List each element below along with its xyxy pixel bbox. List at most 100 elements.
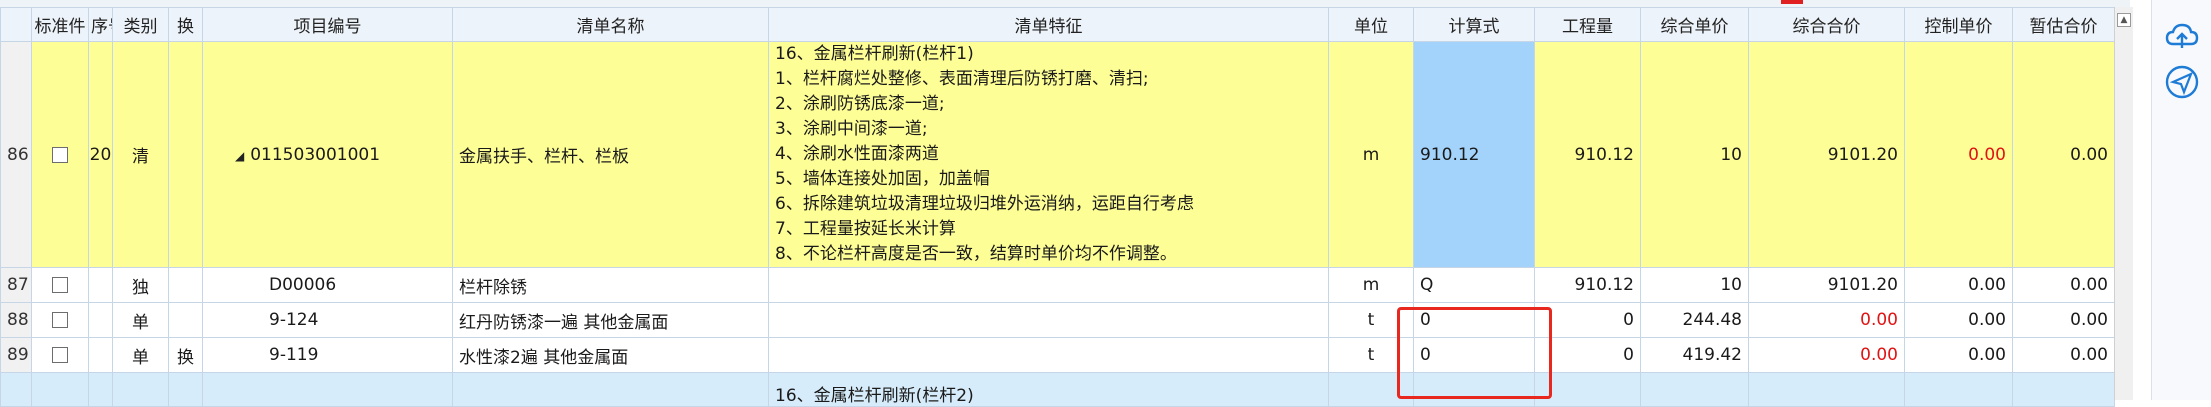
category-cell[interactable]: 独 [112,267,169,303]
col-header-name[interactable]: 清单名称 [452,7,769,42]
unit-cell[interactable]: t [1328,302,1414,338]
unit-cell[interactable]: m [1328,41,1414,268]
table-row[interactable]: 87 独 D00006 栏杆除锈 m Q 910.12 10 9101.20 0… [0,267,2115,303]
collapse-triangle-icon[interactable]: ◢ [235,149,244,163]
estimate-total-cell[interactable]: 0.00 [2012,267,2115,303]
name-cell[interactable]: 水性漆2遍 其他金属面 [452,337,769,373]
code-cell[interactable] [202,372,453,407]
swap-cell[interactable]: 换 [168,337,203,373]
category-cell[interactable]: 单 [112,337,169,373]
unit-price-cell[interactable]: 419.42 [1640,337,1749,373]
table-row-partial[interactable]: 16、金属栏杆刷新(栏杆2) [0,372,2115,407]
name-cell[interactable]: 红丹防锈漆一遍 其他金属面 [452,302,769,338]
swap-cell[interactable] [168,372,203,407]
col-header-seq[interactable]: 序号 [88,7,113,42]
col-header-features[interactable]: 清单特征 [768,7,1329,42]
col-header-control-price[interactable]: 控制单价 [1904,7,2013,42]
code-cell[interactable]: 9-119 [202,337,453,373]
total-cell[interactable]: 9101.20 [1748,41,1905,268]
table-row[interactable]: 89 单 换 9-119 水性漆2遍 其他金属面 t 0 0 419.42 0.… [0,337,2115,373]
category-cell[interactable]: 清 [112,41,169,268]
code-cell[interactable]: 9-124 [202,302,453,338]
unit-cell[interactable]: t [1328,337,1414,373]
standard-cell[interactable] [31,267,89,303]
table-row[interactable]: 86 20 清 ◢ 011503001001 金属扶手、栏杆、栏板 16、金属栏杆… [0,41,2115,268]
total-cell[interactable]: 0.00 [1748,337,1905,373]
standard-cell[interactable] [31,302,89,338]
total-cell[interactable] [1748,372,1905,407]
col-header-total[interactable]: 综合合价 [1748,7,1905,42]
standard-cell[interactable] [31,372,89,407]
feature-line: 6、拆除建筑垃圾清理垃圾归堆外运消纳，运距自行考虑 [775,194,1194,214]
name-cell[interactable]: 栏杆除锈 [452,267,769,303]
quantity-cell[interactable]: 0 [1534,302,1641,338]
col-header-standard[interactable]: 标准件 [31,7,89,42]
unit-cell[interactable]: m [1328,267,1414,303]
estimate-total-cell[interactable]: 0.00 [2012,41,2115,268]
features-cell[interactable]: 16、金属栏杆刷新(栏杆1) 1、栏杆腐烂处整修、表面清理后防锈打磨、清扫; 2… [768,41,1329,268]
unit-cell[interactable] [1328,372,1414,407]
category-cell[interactable]: 单 [112,302,169,338]
seq-cell[interactable] [88,372,113,407]
estimate-total-cell[interactable]: 0.00 [2012,302,2115,338]
cloud-icon[interactable] [2164,18,2200,54]
features-cell[interactable] [768,302,1329,338]
standard-checkbox[interactable] [52,347,68,363]
estimate-total-cell[interactable] [2012,372,2115,407]
control-price-cell[interactable]: 0.00 [1904,267,2013,303]
features-cell[interactable] [768,337,1329,373]
col-header-swap[interactable]: 换 [168,7,203,42]
features-cell[interactable]: 16、金属栏杆刷新(栏杆2) [768,372,1329,407]
features-cell[interactable] [768,267,1329,303]
quantity-cell[interactable]: 0 [1534,337,1641,373]
control-price-cell[interactable]: 0.00 [1904,337,2013,373]
category-cell[interactable] [112,372,169,407]
standard-cell[interactable] [31,337,89,373]
code-cell[interactable]: ◢ 011503001001 [202,41,453,268]
quantity-cell[interactable]: 910.12 [1534,41,1641,268]
formula-cell[interactable] [1413,372,1535,407]
formula-cell[interactable]: Q [1413,267,1535,303]
seq-cell[interactable] [88,337,113,373]
formula-cell[interactable]: 0 [1413,337,1535,373]
col-header-code[interactable]: 项目编号 [202,7,453,42]
control-price-cell[interactable] [1904,372,2013,407]
col-header-estimate-total[interactable]: 暂估合价 [2012,7,2115,42]
table-row[interactable]: 88 单 9-124 红丹防锈漆一遍 其他金属面 t 0 0 244.48 0.… [0,302,2115,338]
col-header-category[interactable]: 类别 [112,7,169,42]
standard-checkbox[interactable] [52,146,68,163]
formula-cell[interactable]: 0 [1413,302,1535,338]
scroll-up-arrow-icon[interactable]: ▲ [2117,13,2131,27]
standard-checkbox[interactable] [52,312,68,328]
seq-cell[interactable] [88,302,113,338]
name-cell[interactable]: 金属扶手、栏杆、栏板 [452,41,769,268]
unit-price-cell[interactable]: 10 [1640,41,1749,268]
seq-cell[interactable] [88,267,113,303]
total-cell[interactable]: 0.00 [1748,302,1905,338]
name-cell[interactable] [452,372,769,407]
quantity-cell[interactable]: 910.12 [1534,267,1641,303]
vertical-scrollbar[interactable]: ▲ [2114,7,2133,400]
control-price-cell[interactable]: 0.00 [1904,41,2013,268]
total-cell[interactable]: 9101.20 [1748,267,1905,303]
swap-cell[interactable] [168,41,203,268]
seq-cell[interactable]: 20 [88,41,113,268]
swap-cell[interactable] [168,302,203,338]
quantity-cell[interactable] [1534,372,1641,407]
col-header-unit-price[interactable]: 综合单价 [1640,7,1749,42]
control-price-cell[interactable]: 0.00 [1904,302,2013,338]
col-header-unit[interactable]: 单位 [1328,7,1414,42]
swap-cell[interactable] [168,267,203,303]
col-header-formula[interactable]: 计算式 [1413,7,1535,42]
send-icon[interactable] [2164,64,2200,100]
standard-cell[interactable] [31,41,89,268]
unit-price-cell[interactable]: 10 [1640,267,1749,303]
formula-cell[interactable]: 910.12 [1413,41,1535,268]
unit-price-cell[interactable] [1640,372,1749,407]
unit-price-cell[interactable]: 244.48 [1640,302,1749,338]
col-header-quantity[interactable]: 工程量 [1534,7,1641,42]
standard-checkbox[interactable] [52,277,68,293]
code-cell[interactable]: D00006 [202,267,453,303]
estimate-total-cell[interactable]: 0.00 [2012,337,2115,373]
col-header-rownum [0,7,32,42]
